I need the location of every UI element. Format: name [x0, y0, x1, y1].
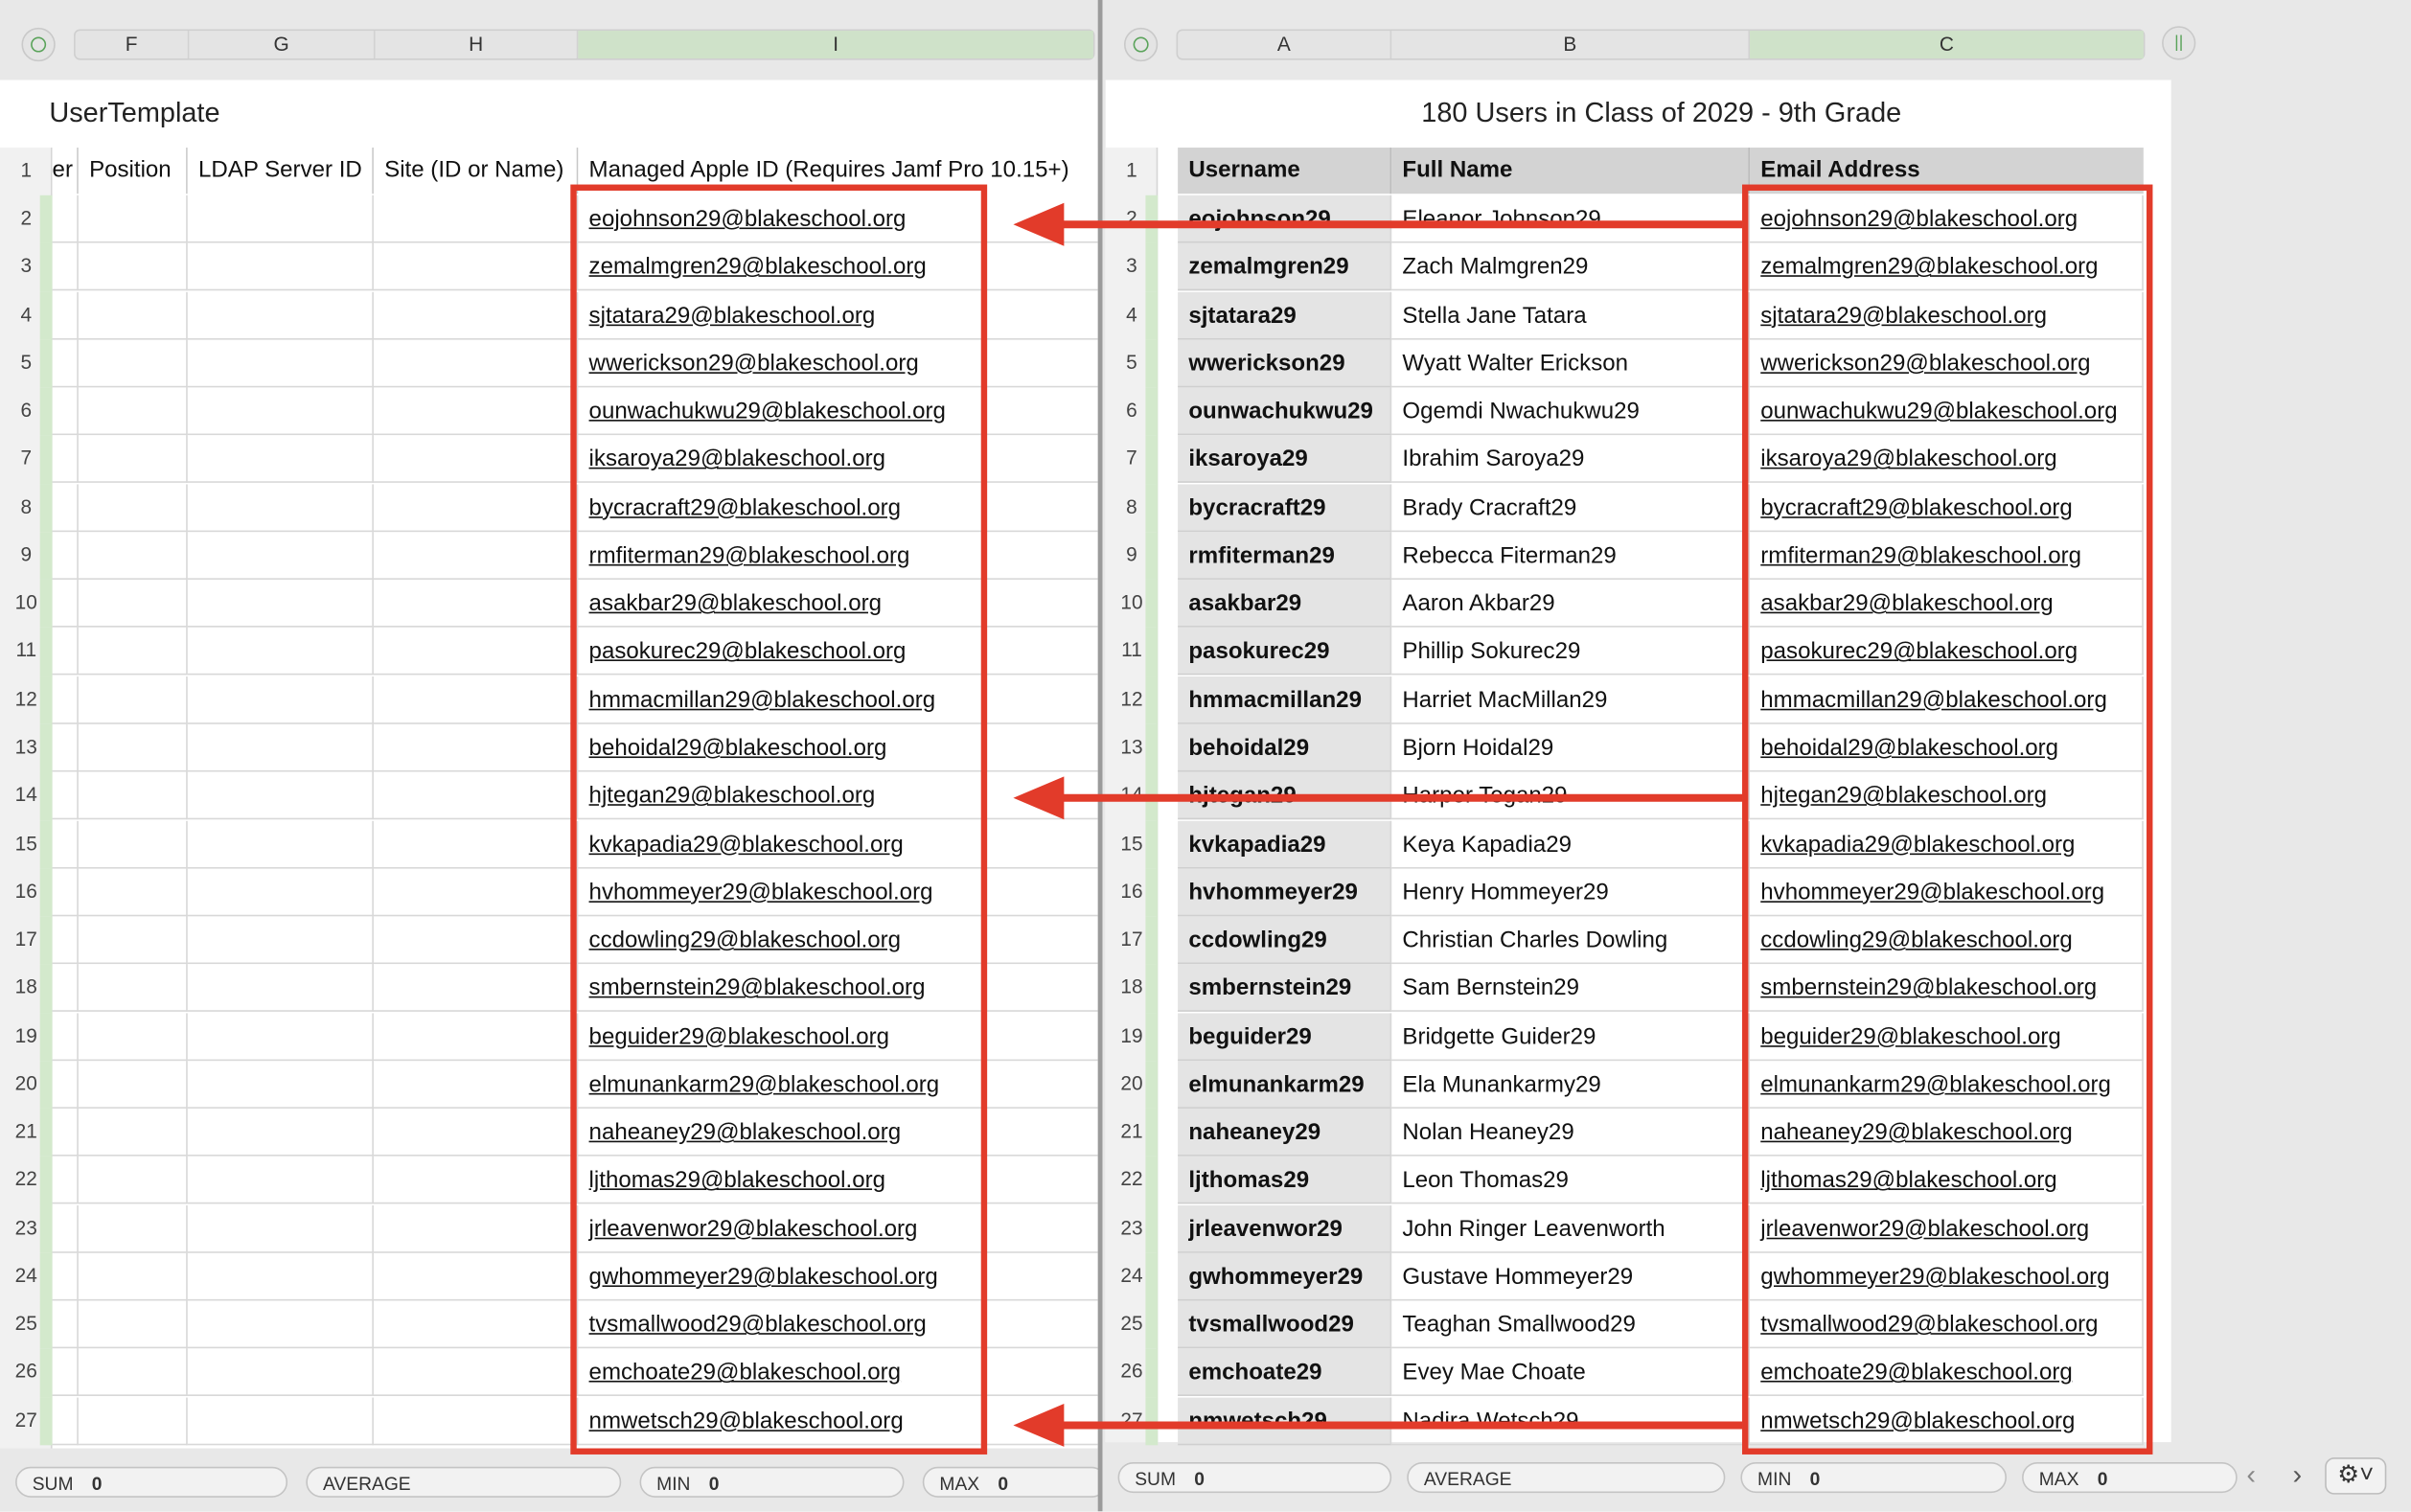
right-stat-sum[interactable]: SUM 0: [1117, 1461, 1392, 1494]
stat-value: 0: [1809, 1468, 1821, 1490]
right-stat-min[interactable]: MIN 0: [1740, 1461, 2008, 1494]
screen: F G H I UserTemplate 1 2 eojohnson29@blak…: [0, 0, 2411, 1512]
chevron-left-icon[interactable]: ‹: [2246, 1459, 2256, 1492]
stat-label: SUM: [1135, 1468, 1176, 1490]
arrow-row-14: [1013, 776, 1743, 820]
stat-label: AVERAGE: [1423, 1468, 1512, 1490]
annotation-arrows: [1013, 202, 1743, 1447]
stat-label: MIN: [1757, 1468, 1792, 1490]
right-stat-average[interactable]: AVERAGE: [1407, 1461, 1726, 1494]
gear-icon[interactable]: ⚙˅: [2325, 1457, 2387, 1495]
right-stat-max[interactable]: MAX 0: [2022, 1461, 2238, 1494]
right-status-bar: SUM 0 AVERAGE MIN 0 MAX 0: [1102, 1457, 2411, 1511]
chevron-right-icon[interactable]: ›: [2292, 1459, 2302, 1492]
arrow-row-2: [1013, 202, 1743, 246]
stat-label: MAX: [2038, 1468, 2079, 1490]
stat-value: 0: [2097, 1468, 2108, 1490]
stat-value: 0: [1194, 1468, 1205, 1490]
arrow-row-27: [1013, 1403, 1743, 1447]
